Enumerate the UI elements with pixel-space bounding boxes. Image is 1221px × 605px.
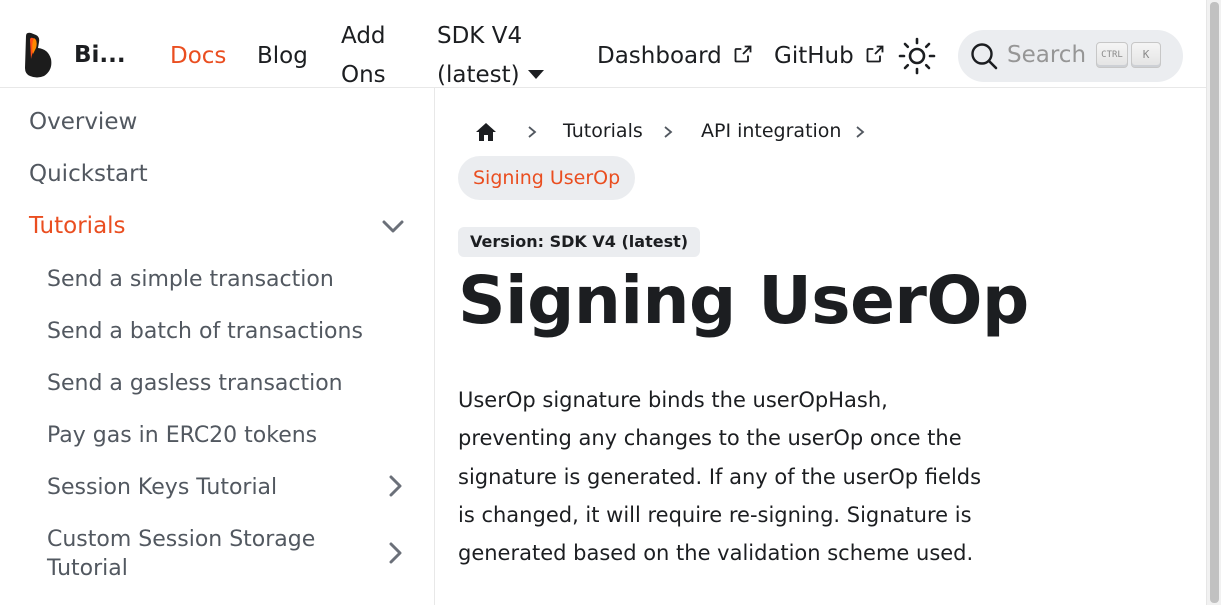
chevron-right-icon xyxy=(528,126,537,138)
breadcrumb-current: Signing UserOp xyxy=(458,156,636,200)
chevron-right-icon xyxy=(664,126,673,138)
sidebar-item-custom-session-storage[interactable]: Custom Session Storage Tutorial xyxy=(47,525,347,583)
sidebar-item-send-gasless-transaction[interactable]: Send a gasless transaction xyxy=(47,369,343,398)
version-dropdown[interactable]: SDK V4 (latest) xyxy=(437,17,557,95)
sun-icon[interactable] xyxy=(897,36,937,76)
search-input[interactable]: Search CTRL K xyxy=(958,30,1183,82)
page-title: Signing UserOp xyxy=(458,262,1029,339)
search-icon xyxy=(971,43,998,70)
sidebar-item-quickstart[interactable]: Quickstart xyxy=(29,160,148,189)
sidebar-item-pay-gas-erc20[interactable]: Pay gas in ERC20 tokens xyxy=(47,421,317,450)
kbd-ctrl-key: CTRL xyxy=(1096,42,1128,68)
navbar: Bi... Docs Blog Add Ons SDK V4 (latest) … xyxy=(0,0,1206,88)
sidebar-item-session-keys-tutorial[interactable]: Session Keys Tutorial xyxy=(47,473,277,502)
biconomy-logo-icon[interactable] xyxy=(22,32,54,78)
chevron-down-icon[interactable] xyxy=(382,215,404,237)
breadcrumb-item-api-integration[interactable]: API integration xyxy=(701,120,841,142)
caret-down-icon xyxy=(527,70,544,79)
version-dropdown-label: SDK V4 (latest) xyxy=(437,23,523,88)
home-icon[interactable] xyxy=(474,120,498,144)
breadcrumb-item-tutorials[interactable]: Tutorials xyxy=(563,120,643,142)
github-label: GitHub xyxy=(774,43,854,69)
chevron-right-icon[interactable] xyxy=(384,475,406,497)
intro-paragraph: UserOp signature binds the userOpHash, p… xyxy=(458,388,982,566)
kbd-k-key: K xyxy=(1131,42,1161,68)
sidebar-item-send-simple-transaction[interactable]: Send a simple transaction xyxy=(47,265,334,294)
sidebar-item-tutorials[interactable]: Tutorials xyxy=(29,212,126,241)
nav-github-link[interactable]: GitHub xyxy=(774,37,885,76)
search-placeholder: Search xyxy=(1007,42,1087,68)
docs-sidebar: Overview Quickstart Tutorials Send a sim… xyxy=(0,88,435,605)
external-link-icon xyxy=(734,45,752,63)
nav-docs-link[interactable]: Docs xyxy=(170,37,226,76)
sidebar-item-send-batch-transactions[interactable]: Send a batch of transactions xyxy=(47,317,363,346)
brand-name[interactable]: Bi... xyxy=(74,42,126,68)
page-scrollbar[interactable] xyxy=(1206,0,1221,605)
external-link-icon xyxy=(866,45,884,63)
nav-addons-link[interactable]: Add Ons xyxy=(341,17,411,95)
dashboard-label: Dashboard xyxy=(597,43,722,69)
chevron-right-icon xyxy=(856,126,865,138)
sidebar-item-overview[interactable]: Overview xyxy=(29,108,137,137)
version-badge: Version: SDK V4 (latest) xyxy=(458,227,701,257)
nav-dashboard-link[interactable]: Dashboard xyxy=(597,37,753,76)
nav-blog-link[interactable]: Blog xyxy=(257,37,308,76)
chevron-right-icon[interactable] xyxy=(384,542,406,564)
scrollbar-thumb[interactable] xyxy=(1210,2,1219,603)
